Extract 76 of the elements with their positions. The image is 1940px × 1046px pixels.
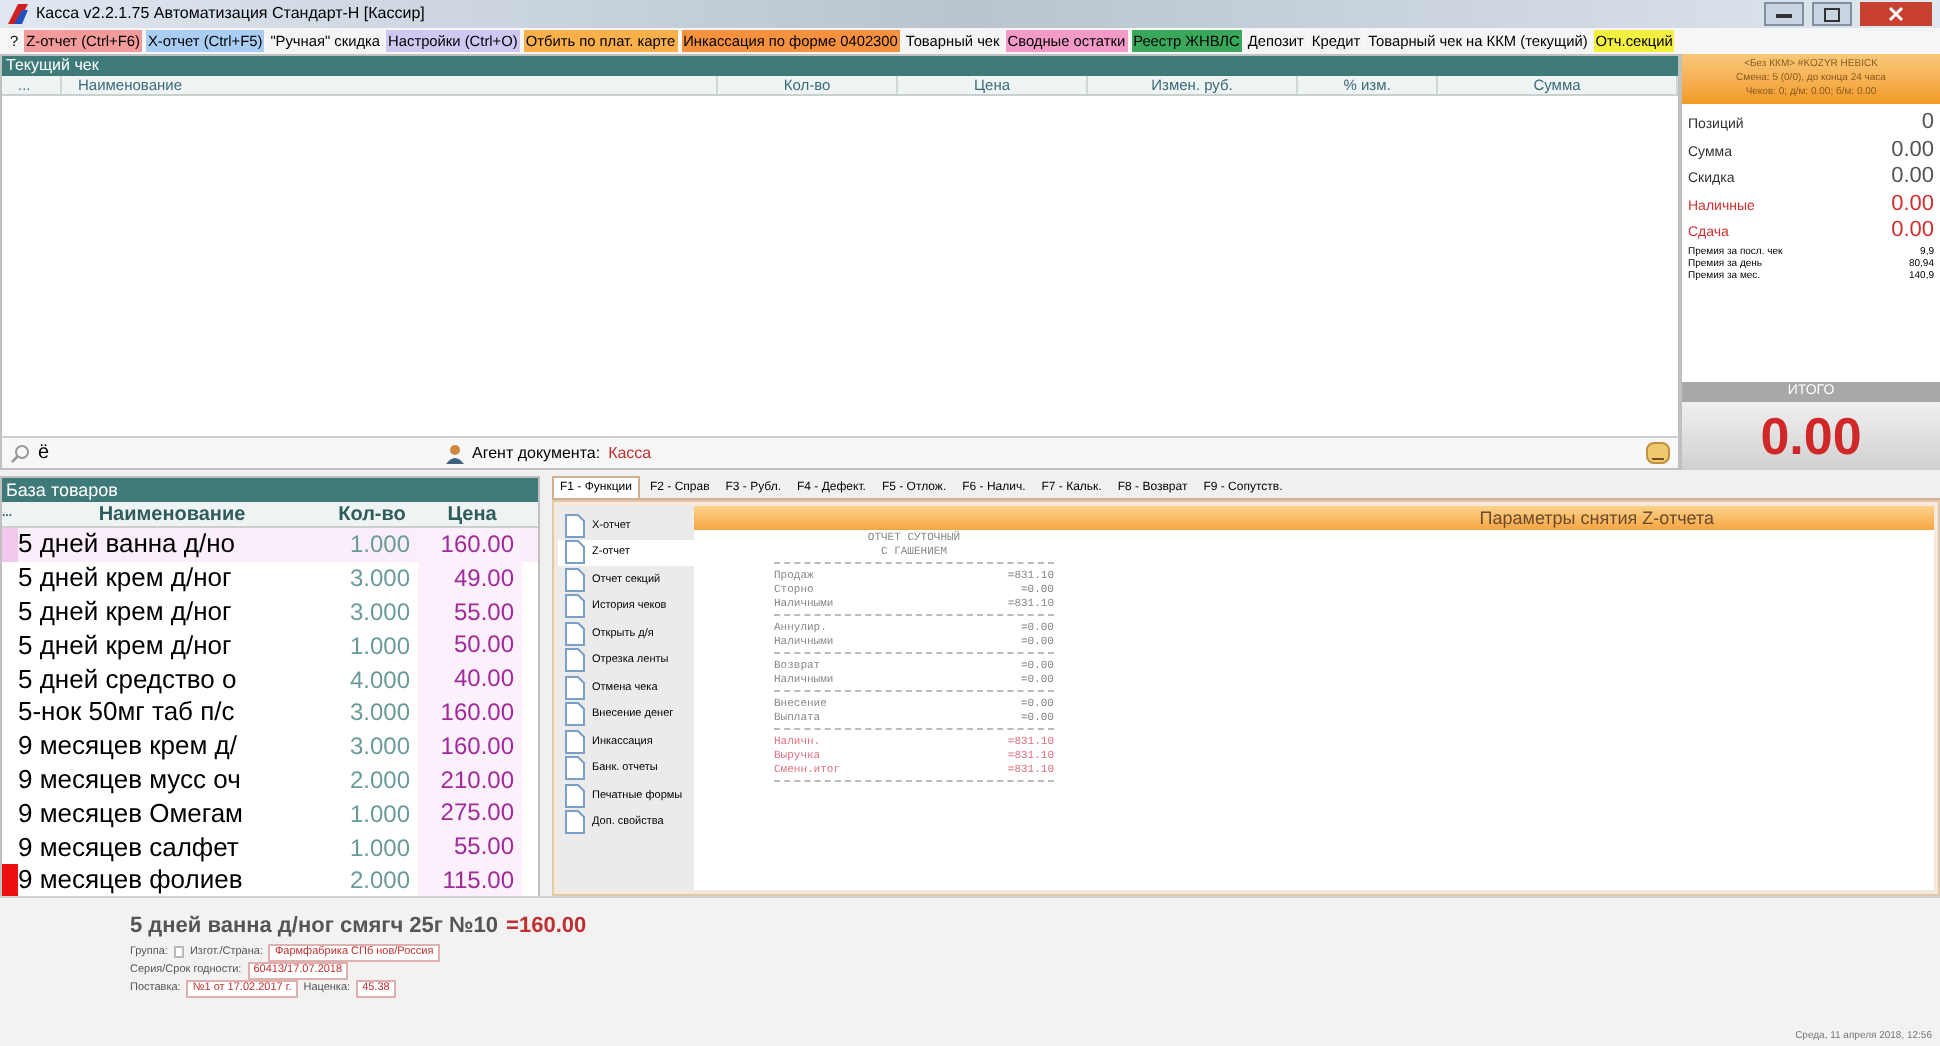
column-header: Цена xyxy=(445,502,499,526)
column-header: Наименование xyxy=(96,502,248,526)
table-cell-text: 5-нок 50мг таб п/с xyxy=(18,696,237,729)
table-cell-text: 3.000 xyxy=(347,562,412,597)
page-icon xyxy=(564,675,586,700)
table-cell: 40.00 xyxy=(418,662,522,696)
maximize-button[interactable] xyxy=(1812,2,1852,26)
page-icon xyxy=(564,621,586,646)
window-title: Касса v2.2.1.75 Автоматизация Стандарт-Н [Кассир] xyxy=(36,6,425,22)
empty-field xyxy=(173,946,184,958)
table-cell-text: 5 дней средство о xyxy=(18,663,239,696)
stat-value: 0 xyxy=(1921,110,1934,134)
table-cell-text: 9 месяцев мусс оч xyxy=(18,763,243,796)
page-icon xyxy=(564,594,586,619)
table-cell-text: 9 месяцев крем д/ xyxy=(18,730,239,763)
table-cell-text: 5 дней крем д/ног xyxy=(18,629,234,662)
table-cell-text: 2.000 xyxy=(347,763,412,798)
table-cell-text: 9 месяцев салфет xyxy=(18,831,241,864)
page-icon xyxy=(564,783,586,808)
table-cell: 160.00 xyxy=(418,729,522,764)
table-cell-text: 9 месяцев Омегам xyxy=(18,797,245,830)
table-cell-text: 1.000 xyxy=(347,528,412,563)
panel-title: База товаров xyxy=(2,478,538,502)
table-cell-text: 3.000 xyxy=(347,696,412,731)
table-cell-text: 1.000 xyxy=(347,831,412,866)
agent-label: Агент документа: xyxy=(472,441,601,465)
person-icon xyxy=(446,443,464,463)
goods-row[interactable]: 9 месяцев фолиев 2.000 115.00 xyxy=(2,863,538,898)
page-icon xyxy=(564,648,586,673)
table-cell-text: 9 месяцев фолиев xyxy=(18,864,245,897)
page-icon xyxy=(564,810,586,835)
table-cell: 160.00 xyxy=(418,695,522,730)
table-cell-text: 5 дней крем д/ног xyxy=(18,595,234,628)
search-field[interactable]: ё xyxy=(38,438,438,468)
page-icon xyxy=(564,513,586,538)
table-cell: 210.00 xyxy=(418,763,522,797)
table-cell-text: 5 дней ванна д/но xyxy=(18,528,238,561)
table-cell: 115.00 xyxy=(418,863,522,898)
goods-row[interactable]: 5 дней ванна д/но 1.000 160.00 xyxy=(2,528,538,562)
product-price: =160.00 xyxy=(506,912,587,942)
page-icon xyxy=(564,756,586,781)
table-cell-text: 4.000 xyxy=(347,663,412,698)
maximize-icon xyxy=(1824,7,1840,21)
close-button[interactable] xyxy=(1860,2,1932,26)
table-cell-text: 1.000 xyxy=(347,797,412,832)
table-cell-text: 3.000 xyxy=(347,596,412,630)
table-cell-text: 1.000 xyxy=(347,629,412,664)
close-icon xyxy=(1888,6,1904,22)
product-name: 5 дней ванна д/ног смягч 25г №10 xyxy=(130,912,499,942)
page-icon xyxy=(564,567,586,592)
minimize-button[interactable] xyxy=(1764,2,1804,26)
page-icon xyxy=(564,540,586,565)
stat-value: 0.00 xyxy=(1891,218,1934,242)
stat-value: 0.00 xyxy=(1891,137,1934,161)
table-cell-text: 3.000 xyxy=(347,730,412,765)
table-cell: 49.00 xyxy=(418,561,522,596)
total-value: 0.00 xyxy=(1682,402,1940,470)
table-cell: 55.00 xyxy=(418,595,522,629)
app-logo-icon xyxy=(8,4,28,24)
table-cell-text: 2.000 xyxy=(347,864,412,899)
more-button[interactable] xyxy=(1646,442,1670,464)
table-cell: 55.00 xyxy=(418,830,522,864)
panel-title: Текущий чек xyxy=(2,56,1678,76)
ellipsis-icon xyxy=(1652,456,1664,462)
minimize-icon xyxy=(1776,11,1792,17)
table-cell-text: 5 дней крем д/ног xyxy=(18,562,234,595)
column-header: Кол-во xyxy=(336,502,408,526)
agent-value: Касса xyxy=(608,441,652,465)
stat-value: 0.00 xyxy=(1891,191,1934,215)
table-cell: 275.00 xyxy=(418,796,522,831)
stat-value: 0.00 xyxy=(1891,164,1934,188)
page-icon xyxy=(564,729,586,754)
page-icon xyxy=(564,702,586,727)
report-title-bar: Параметры снятия Z-отчета xyxy=(694,506,1934,530)
search-icon xyxy=(10,443,30,463)
table-cell: 50.00 xyxy=(418,628,522,663)
